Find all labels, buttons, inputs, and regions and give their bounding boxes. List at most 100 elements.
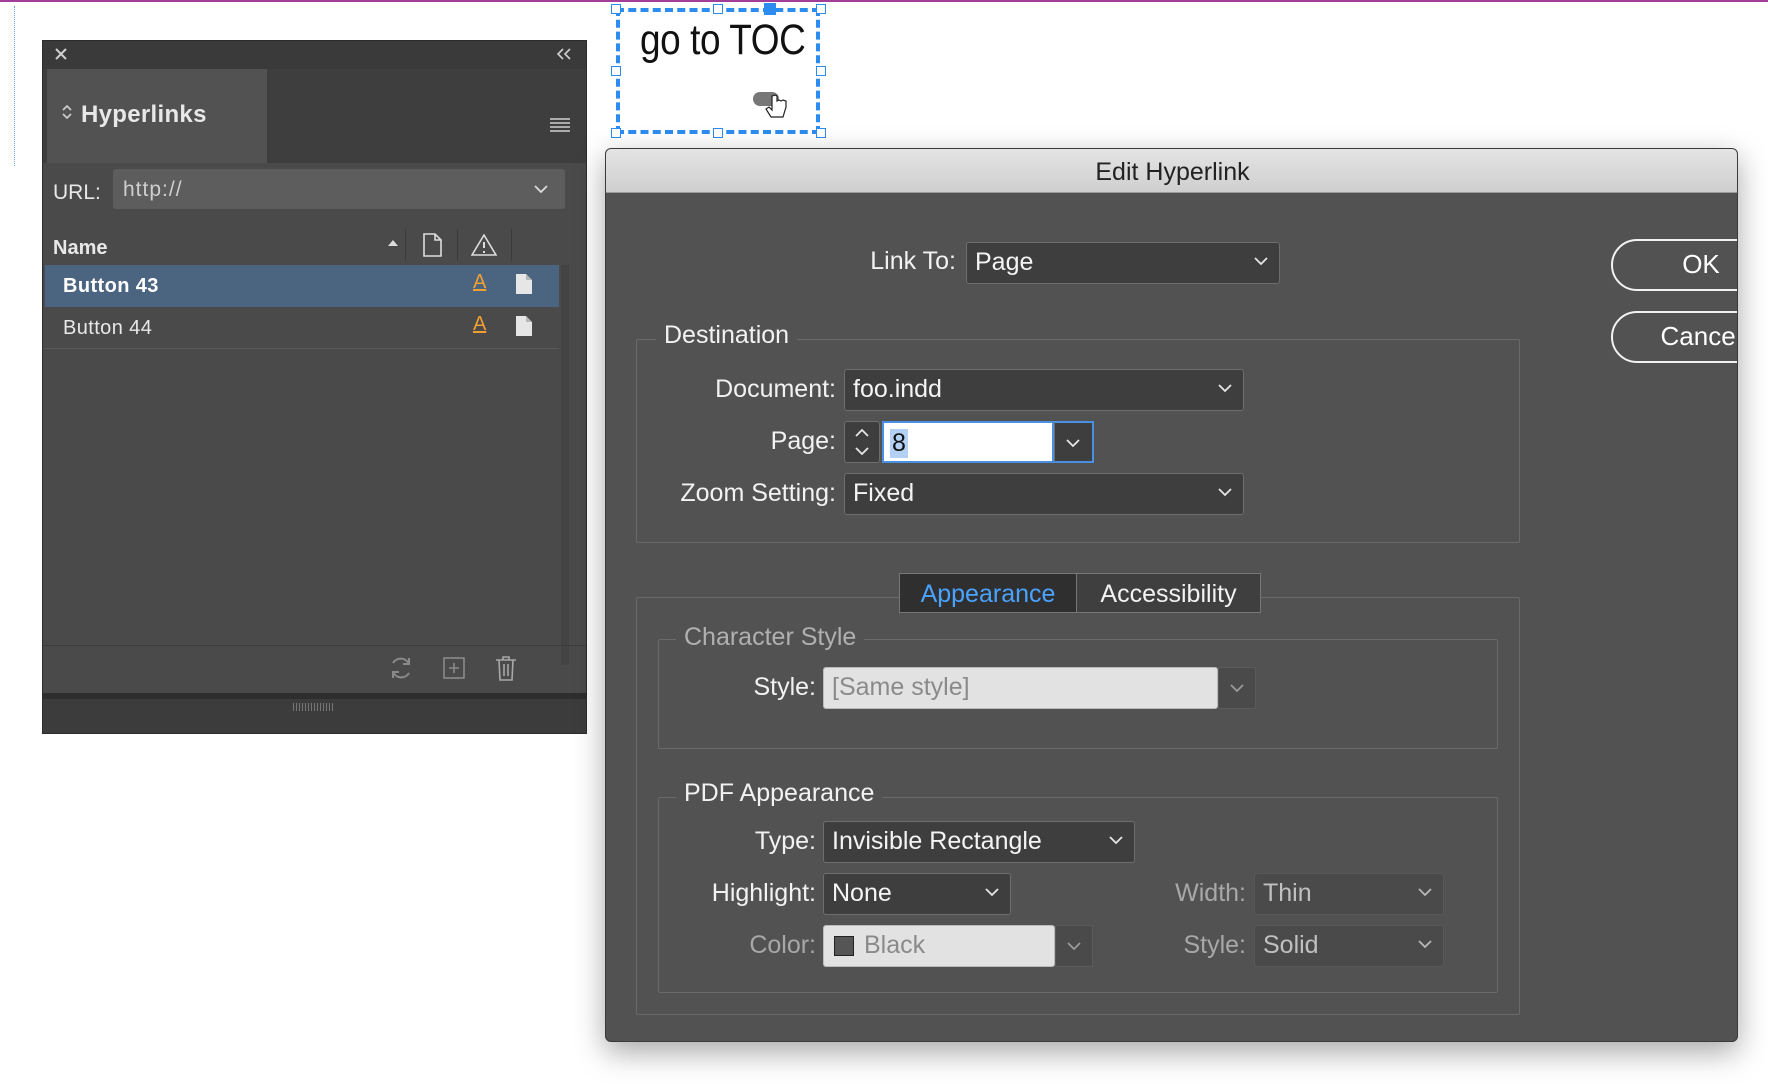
- column-name-header[interactable]: Name: [53, 237, 107, 260]
- chevron-down-icon: [1217, 382, 1233, 394]
- frame-handle[interactable]: [713, 128, 723, 138]
- color-label: Color:: [749, 931, 816, 959]
- page-icon: [421, 233, 443, 257]
- page-stepper[interactable]: [844, 421, 880, 463]
- tab-appearance[interactable]: Appearance: [899, 573, 1077, 613]
- url-value: http://: [123, 178, 183, 201]
- sort-ascending-icon[interactable]: [387, 239, 399, 247]
- frame-text: go to TOC: [640, 16, 806, 64]
- width-dropdown[interactable]: Thin: [1254, 873, 1444, 915]
- highlight-label: Highlight:: [711, 879, 816, 907]
- type-value: Invisible Rectangle: [832, 827, 1042, 855]
- chevron-down-icon: [984, 886, 1000, 898]
- column-divider: [405, 229, 406, 261]
- frame-handle[interactable]: [611, 4, 621, 14]
- highlight-dropdown[interactable]: None: [823, 873, 1011, 915]
- panel-tab-hyperlinks[interactable]: Hyperlinks: [47, 69, 267, 163]
- list-item[interactable]: Button 43 A: [45, 265, 559, 307]
- ok-button[interactable]: OK: [1611, 239, 1737, 291]
- page-top-edge: [0, 0, 1768, 2]
- frame-handle[interactable]: [611, 66, 621, 76]
- tab-arrows-icon: [61, 103, 73, 121]
- style-label: Style:: [753, 673, 816, 701]
- chevron-down-icon: [1417, 938, 1433, 950]
- type-dropdown[interactable]: Invisible Rectangle: [823, 821, 1135, 863]
- column-divider: [511, 229, 512, 261]
- border-style-value: Solid: [1263, 931, 1319, 959]
- url-label: URL:: [53, 181, 101, 204]
- hand-cursor-icon: [752, 88, 792, 122]
- color-value: Black: [864, 931, 926, 959]
- page-dropdown-toggle[interactable]: [1054, 421, 1094, 463]
- chevron-down-icon: [1065, 437, 1081, 449]
- hyperlinks-panel: Hyperlinks URL: http:// Name Button 43 A: [42, 40, 587, 734]
- edit-hyperlink-dialog: Edit Hyperlink Link To: Page OK Cancel D…: [605, 148, 1738, 1042]
- page-icon: [515, 315, 533, 337]
- page-value: 8: [890, 429, 908, 458]
- page-icon: [515, 273, 533, 295]
- frame-handle[interactable]: [816, 66, 826, 76]
- link-to-label: Link To:: [870, 247, 956, 275]
- list-item-name: Button 44: [63, 317, 153, 339]
- width-value: Thin: [1263, 879, 1312, 907]
- resize-grip-icon[interactable]: [293, 703, 333, 711]
- frame-handle[interactable]: [713, 4, 723, 14]
- character-style-title: Character Style: [676, 623, 865, 652]
- panel-menu-icon[interactable]: [549, 117, 571, 133]
- character-style-icon: A: [473, 271, 487, 293]
- frame-handle[interactable]: [816, 4, 826, 14]
- color-dropdown[interactable]: Black: [823, 925, 1055, 967]
- frame-handle[interactable]: [611, 128, 621, 138]
- chevron-down-icon: [1066, 940, 1082, 952]
- list-item-name: Button 43: [63, 275, 159, 297]
- page-input[interactable]: 8: [882, 421, 1054, 463]
- chevron-down-icon: [1217, 486, 1233, 498]
- refresh-icon[interactable]: [388, 655, 414, 681]
- document-label: Document:: [715, 375, 836, 403]
- color-swatch: [834, 936, 854, 956]
- close-icon[interactable]: [53, 46, 69, 62]
- panel-resize-bar[interactable]: [43, 699, 586, 733]
- url-field[interactable]: http://: [113, 169, 565, 209]
- character-style-value: [Same style]: [832, 673, 970, 701]
- zoom-setting-value: Fixed: [853, 479, 915, 507]
- panel-titlebar: [43, 41, 586, 69]
- chevron-down-icon: [1229, 682, 1245, 694]
- pdf-appearance-title: PDF Appearance: [676, 779, 883, 808]
- tab-accessibility[interactable]: Accessibility: [1077, 573, 1261, 613]
- frame-handle[interactable]: [816, 128, 826, 138]
- column-header: Name: [43, 227, 586, 265]
- new-hyperlink-icon[interactable]: [443, 657, 465, 679]
- border-style-label: Style:: [1183, 931, 1246, 959]
- trash-icon[interactable]: [495, 655, 517, 681]
- collapse-icon[interactable]: [555, 47, 573, 61]
- column-divider: [457, 229, 458, 261]
- document-value: foo.indd: [853, 375, 942, 403]
- margin-guide: [14, 6, 15, 166]
- chevron-down-icon: [1253, 255, 1269, 267]
- border-style-dropdown[interactable]: Solid: [1254, 925, 1444, 967]
- cancel-button[interactable]: Cancel: [1611, 311, 1737, 363]
- width-label: Width:: [1175, 879, 1246, 907]
- link-to-dropdown[interactable]: Page: [966, 242, 1280, 284]
- highlight-value: None: [832, 879, 892, 907]
- zoom-setting-label: Zoom Setting:: [680, 479, 836, 507]
- panel-title: Hyperlinks: [81, 101, 207, 128]
- document-dropdown[interactable]: foo.indd: [844, 369, 1244, 411]
- chevron-down-icon[interactable]: [533, 183, 549, 195]
- type-label: Type:: [754, 827, 816, 855]
- chevron-down-icon: [1417, 886, 1433, 898]
- character-style-icon: A: [473, 313, 487, 335]
- link-to-value: Page: [975, 248, 1034, 276]
- color-toggle[interactable]: [1055, 925, 1093, 967]
- frame-center-handle[interactable]: [764, 3, 776, 15]
- dialog-title: Edit Hyperlink: [606, 149, 1737, 193]
- destination-title: Destination: [656, 321, 798, 350]
- character-style-toggle[interactable]: [1218, 667, 1256, 709]
- list-scrollbar[interactable]: [561, 265, 569, 665]
- panel-footer-divider: [43, 645, 586, 646]
- chevron-down-icon: [1108, 834, 1124, 846]
- list-item[interactable]: Button 44 A: [45, 307, 559, 349]
- zoom-setting-dropdown[interactable]: Fixed: [844, 473, 1244, 515]
- character-style-dropdown[interactable]: [Same style]: [823, 667, 1218, 709]
